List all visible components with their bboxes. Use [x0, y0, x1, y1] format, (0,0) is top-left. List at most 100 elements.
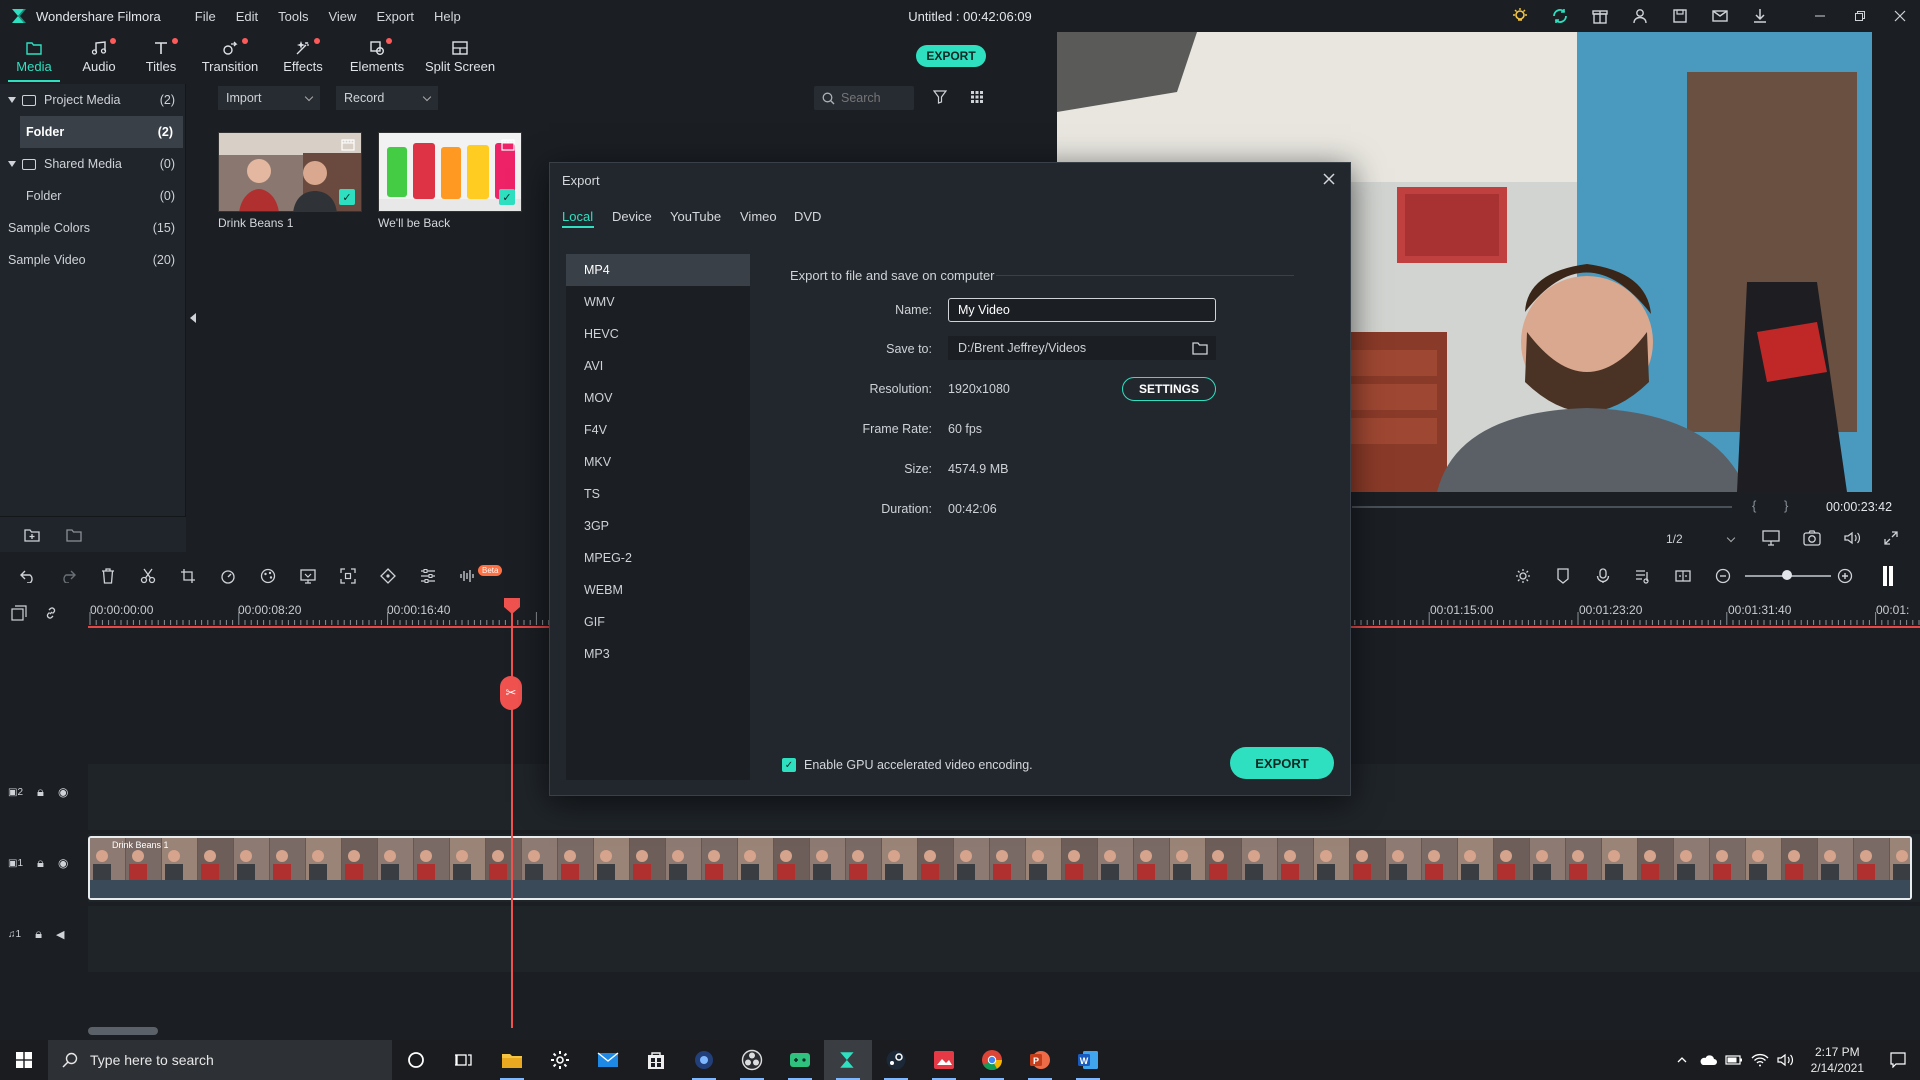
- onedrive-cloud-icon[interactable]: [1697, 1040, 1719, 1080]
- format-f4v[interactable]: F4V: [566, 414, 750, 446]
- keyframe-icon[interactable]: [378, 566, 398, 586]
- taskbar-game-app[interactable]: [776, 1040, 824, 1080]
- menu-edit[interactable]: Edit: [236, 9, 258, 24]
- gpu-checkbox[interactable]: ✓: [782, 758, 796, 772]
- notification-icon[interactable]: [1878, 1040, 1918, 1080]
- expand-caret-icon[interactable]: [8, 161, 16, 167]
- media-search[interactable]: [814, 86, 914, 110]
- new-folder-icon[interactable]: [24, 528, 40, 542]
- audio-mixer-icon[interactable]: [1633, 566, 1653, 586]
- volume-icon[interactable]: [1843, 530, 1861, 546]
- playhead-line[interactable]: [511, 598, 513, 1028]
- search-input[interactable]: [841, 91, 911, 105]
- menu-export[interactable]: Export: [376, 9, 414, 24]
- fullscreen-icon[interactable]: [1883, 530, 1899, 546]
- lock-icon[interactable]: 🔒︎: [37, 855, 44, 871]
- zoom-in-icon[interactable]: [1835, 566, 1855, 586]
- format-3gp[interactable]: 3GP: [566, 510, 750, 542]
- format-wmv[interactable]: WMV: [566, 286, 750, 318]
- speaker-icon[interactable]: ◀: [56, 928, 64, 941]
- volume-icon[interactable]: [1775, 1040, 1797, 1080]
- tree-sample-colors[interactable]: Sample Colors (15): [0, 212, 185, 244]
- format-hevc[interactable]: HEVC: [566, 318, 750, 350]
- menu-view[interactable]: View: [328, 9, 356, 24]
- split-view-icon[interactable]: [1673, 566, 1693, 586]
- playhead-handle[interactable]: [503, 598, 521, 614]
- taskbar-powerpoint[interactable]: P: [1016, 1040, 1064, 1080]
- redo-icon[interactable]: [58, 566, 78, 586]
- format-ts[interactable]: TS: [566, 478, 750, 510]
- account-icon[interactable]: [1630, 6, 1650, 26]
- taskbar-file-explorer[interactable]: [488, 1040, 536, 1080]
- save-icon[interactable]: [1670, 6, 1690, 26]
- taskbar-store[interactable]: [632, 1040, 680, 1080]
- taskbar-chrome[interactable]: [968, 1040, 1016, 1080]
- sync-icon[interactable]: [1550, 6, 1570, 26]
- grid-view-icon[interactable]: [970, 90, 984, 104]
- export-button[interactable]: EXPORT: [1230, 747, 1334, 779]
- tab-elements[interactable]: Elements: [338, 32, 416, 82]
- format-mp3[interactable]: MP3: [566, 638, 750, 670]
- link-icon[interactable]: [43, 605, 59, 621]
- tab-media[interactable]: Media: [0, 32, 68, 82]
- media-thumb-well-be-back[interactable]: ✓: [378, 132, 522, 212]
- split-scissors-icon[interactable]: ✂: [500, 676, 522, 710]
- record-dropdown[interactable]: Record: [336, 86, 438, 110]
- show-hidden-icons-chevron-up-icon[interactable]: [1671, 1040, 1693, 1080]
- mark-out-icon[interactable]: }: [1784, 498, 1788, 513]
- lightbulb-icon[interactable]: [1510, 6, 1530, 26]
- pause-icon[interactable]: [1878, 566, 1898, 586]
- taskbar-filmora[interactable]: [824, 1040, 872, 1080]
- name-input[interactable]: [948, 298, 1216, 322]
- preview-quality-dropdown[interactable]: 1/2: [1658, 528, 1742, 550]
- media-thumb-drink-beans[interactable]: ✓: [218, 132, 362, 212]
- format-mkv[interactable]: MKV: [566, 446, 750, 478]
- stabilize-icon[interactable]: [338, 566, 358, 586]
- marker-icon[interactable]: [1553, 566, 1573, 586]
- collapse-panel-arrow-icon[interactable]: [190, 313, 196, 323]
- audio-ducking-icon[interactable]: [458, 566, 478, 586]
- timeline-horizontal-scrollbar[interactable]: [88, 1027, 158, 1035]
- menu-tools[interactable]: Tools: [278, 9, 308, 24]
- lock-icon[interactable]: 🔒︎: [37, 784, 44, 800]
- format-mpeg2[interactable]: MPEG-2: [566, 542, 750, 574]
- voiceover-icon[interactable]: [1593, 566, 1613, 586]
- tab-audio[interactable]: Audio: [68, 32, 130, 82]
- settings-button[interactable]: SETTINGS: [1122, 377, 1216, 401]
- start-button[interactable]: [0, 1040, 48, 1080]
- monitor-icon[interactable]: [1762, 530, 1780, 546]
- add-track-icon[interactable]: [11, 605, 27, 621]
- delete-icon[interactable]: [98, 566, 118, 586]
- close-window-button[interactable]: [1880, 0, 1920, 32]
- taskbar-steam[interactable]: [872, 1040, 920, 1080]
- lock-icon[interactable]: 🔒︎: [35, 926, 42, 942]
- tab-effects[interactable]: Effects: [268, 32, 338, 82]
- tree-shared-media[interactable]: Shared Media (0): [0, 148, 185, 180]
- zoom-slider-handle[interactable]: [1782, 570, 1792, 580]
- format-mov[interactable]: MOV: [566, 382, 750, 414]
- taskbar-obs[interactable]: [728, 1040, 776, 1080]
- tab-device[interactable]: Device: [612, 209, 652, 224]
- menu-help[interactable]: Help: [434, 9, 461, 24]
- tab-split-screen[interactable]: Split Screen: [416, 32, 504, 82]
- minimize-button[interactable]: [1800, 0, 1840, 32]
- tab-dvd[interactable]: DVD: [794, 209, 821, 224]
- cut-icon[interactable]: [138, 566, 158, 586]
- browse-folder-icon[interactable]: [1192, 340, 1208, 356]
- crop-icon[interactable]: [178, 566, 198, 586]
- format-gif[interactable]: GIF: [566, 606, 750, 638]
- expand-caret-icon[interactable]: [8, 97, 16, 103]
- taskbar-settings[interactable]: [536, 1040, 584, 1080]
- tab-youtube[interactable]: YouTube: [670, 209, 721, 224]
- tab-titles[interactable]: Titles: [130, 32, 192, 82]
- close-icon[interactable]: [1320, 170, 1338, 188]
- adjust-icon[interactable]: [418, 566, 438, 586]
- taskbar-cortana-app[interactable]: [680, 1040, 728, 1080]
- undo-icon[interactable]: [18, 566, 38, 586]
- taskbar-search[interactable]: Type here to search: [48, 1040, 392, 1080]
- gpu-encoding-option[interactable]: ✓ Enable GPU accelerated video encoding.: [782, 758, 1033, 772]
- maximize-button[interactable]: [1840, 0, 1880, 32]
- mark-in-icon[interactable]: {: [1752, 498, 1756, 513]
- tree-project-folder[interactable]: Folder (2): [20, 116, 183, 148]
- cortana-button[interactable]: [392, 1040, 440, 1080]
